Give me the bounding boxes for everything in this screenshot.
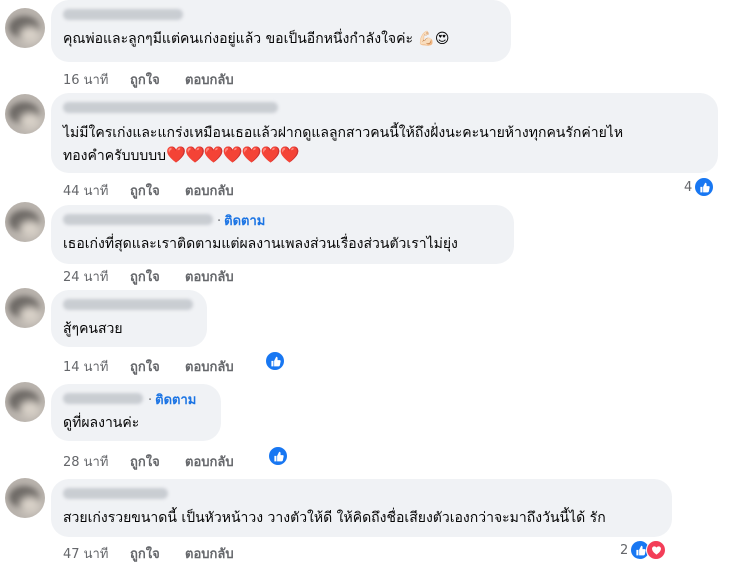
- reaction-summary[interactable]: 4: [684, 177, 715, 197]
- comment-time[interactable]: 47 นาที: [63, 543, 108, 564]
- comment-time[interactable]: 24 นาที: [63, 266, 108, 287]
- heart-icon: [646, 540, 667, 560]
- commenter-name[interactable]: [63, 102, 278, 113]
- reaction-count: 4: [684, 179, 693, 195]
- thumbs-up-icon: [265, 351, 285, 371]
- reaction-summary[interactable]: 2: [620, 540, 667, 560]
- like-button[interactable]: ถูกใจ: [130, 451, 160, 472]
- like-button[interactable]: ถูกใจ: [130, 356, 160, 377]
- reaction-summary[interactable]: [268, 446, 288, 466]
- comment-text: สวยเก่งรวยขนาดนี้ เป็นหัวหน้าวง วางตัวให…: [63, 510, 606, 526]
- like-button[interactable]: ถูกใจ: [130, 266, 160, 287]
- comment-text: ดูที่ผลงานค่ะ: [63, 415, 140, 431]
- reply-button[interactable]: ตอบกลับ: [185, 543, 234, 564]
- like-button[interactable]: ถูกใจ: [130, 180, 160, 201]
- avatar[interactable]: [5, 288, 45, 328]
- comment-bubble: · ติดตาม ดูที่ผลงานค่ะ: [51, 384, 221, 441]
- thumbs-up-icon: [268, 446, 288, 466]
- like-button[interactable]: ถูกใจ: [130, 69, 160, 90]
- avatar[interactable]: [5, 202, 45, 242]
- comment-bubble: สู้ๆคนสวย: [51, 290, 207, 347]
- reply-button[interactable]: ตอบกลับ: [185, 451, 234, 472]
- reaction-summary[interactable]: [265, 351, 285, 371]
- comment-text: ไม่มีใครเก่งและแกร่งเหมือนเธอแล้วฝากดูแล…: [63, 125, 624, 164]
- comment-text: คุณพ่อและลูกๆมีแต่คนเก่งอยู่แล้ว ขอเป็นอ…: [63, 28, 450, 50]
- comment-time[interactable]: 44 นาที: [63, 180, 108, 201]
- reply-button[interactable]: ตอบกลับ: [185, 69, 234, 90]
- commenter-name[interactable]: [63, 299, 193, 310]
- comment-time[interactable]: 16 นาที: [63, 69, 108, 90]
- follow-link[interactable]: · ติดตาม: [217, 210, 265, 231]
- reply-button[interactable]: ตอบกลับ: [185, 266, 234, 287]
- comment-time[interactable]: 14 นาที: [63, 356, 108, 377]
- like-button[interactable]: ถูกใจ: [130, 543, 160, 564]
- reply-button[interactable]: ตอบกลับ: [185, 180, 234, 201]
- reaction-count: 2: [620, 542, 629, 558]
- commenter-name[interactable]: [63, 9, 183, 20]
- thumbs-up-icon: [694, 177, 715, 197]
- avatar[interactable]: [5, 8, 45, 48]
- comment-bubble: สวยเก่งรวยขนาดนี้ เป็นหัวหน้าวง วางตัวให…: [51, 479, 672, 537]
- comment-text: สู้ๆคนสวย: [63, 321, 123, 337]
- comment-time[interactable]: 28 นาที: [63, 451, 108, 472]
- follow-link[interactable]: · ติดตาม: [148, 389, 196, 410]
- comment-bubble: คุณพ่อและลูกๆมีแต่คนเก่งอยู่แล้ว ขอเป็นอ…: [51, 0, 511, 62]
- comment-text: เธอเก่งที่สุดและเราติดตามแต่ผลงานเพลงส่ว…: [63, 236, 458, 252]
- comment-bubble: · ติดตาม เธอเก่งที่สุดและเราติดตามแต่ผลงา…: [51, 205, 514, 264]
- commenter-name[interactable]: [63, 214, 213, 225]
- commenter-name[interactable]: [63, 393, 143, 404]
- avatar[interactable]: [5, 94, 45, 134]
- commenter-name[interactable]: [63, 488, 168, 499]
- heart-emojis: ❤️❤️❤️❤️❤️❤️❤️: [166, 145, 299, 164]
- reply-button[interactable]: ตอบกลับ: [185, 356, 234, 377]
- avatar[interactable]: [5, 382, 45, 422]
- avatar[interactable]: [5, 478, 45, 518]
- emoji: 💪🏻😍: [417, 31, 450, 47]
- comment-bubble: ไม่มีใครเก่งและแกร่งเหมือนเธอแล้วฝากดูแล…: [51, 93, 718, 173]
